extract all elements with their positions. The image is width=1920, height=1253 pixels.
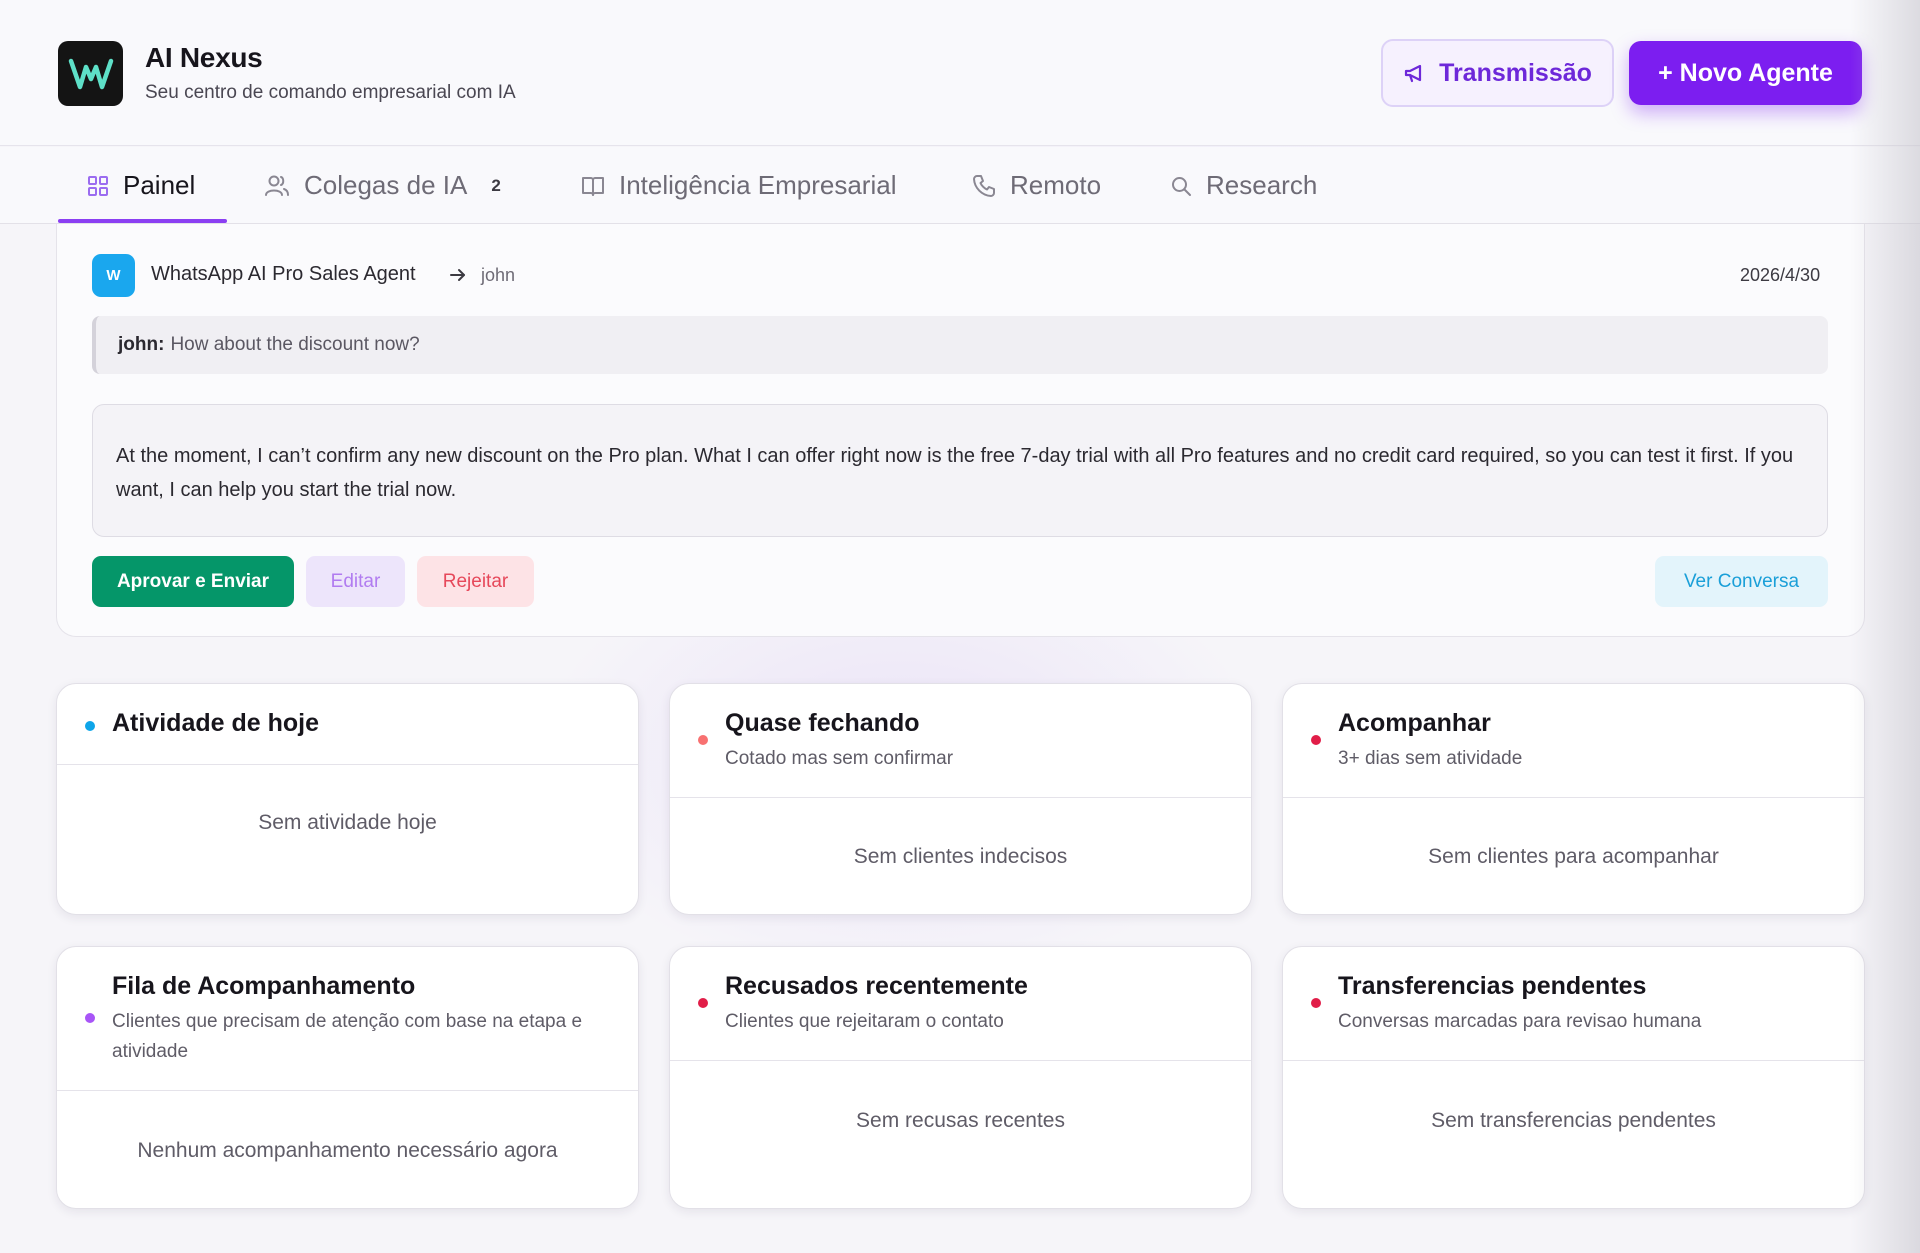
card-todays-activity: Atividade de hoje Sem atividade hoje xyxy=(56,683,639,915)
status-dot xyxy=(698,735,708,745)
users-icon xyxy=(265,175,289,196)
card-subtitle: Clientes que precisam de atenção com bas… xyxy=(112,1011,583,1062)
recipient-name: john xyxy=(481,265,516,285)
agent-name: WhatsApp AI Pro Sales Agent xyxy=(151,263,416,285)
card-divider xyxy=(1283,1060,1864,1061)
waveform-w-logo-icon xyxy=(68,58,113,89)
brand-subtitle: Seu centro de comando empresarial com IA xyxy=(145,82,516,103)
app-logo[interactable] xyxy=(58,41,123,106)
card-divider xyxy=(1283,797,1864,798)
app-header: AI Nexus Seu centro de comando empresari… xyxy=(0,0,1920,146)
tab-label: Inteligência Empresarial xyxy=(619,170,897,200)
arrow-right-icon xyxy=(450,269,465,281)
card-title: Atividade de hoje xyxy=(112,709,319,737)
card-empty-state: Sem atividade hoje xyxy=(258,811,437,834)
tab-research[interactable]: Research xyxy=(1170,147,1317,224)
card-pending-transfers: Transferencias pendentes Conversas marca… xyxy=(1282,946,1865,1209)
incoming-message: john: How about the discount now? xyxy=(92,316,1828,374)
message-date: 2026/4/30 xyxy=(1740,265,1821,285)
card-divider xyxy=(57,764,638,765)
card-title: Quase fechando xyxy=(725,709,920,737)
edit-button[interactable]: Editar xyxy=(306,556,405,607)
tab-inteligencia-empresarial[interactable]: Inteligência Empresarial xyxy=(581,147,896,224)
card-title: Transferencias pendentes xyxy=(1338,972,1647,1000)
card-title: Recusados recentemente xyxy=(725,972,1028,1000)
view-conversation-button[interactable]: Ver Conversa xyxy=(1655,556,1828,607)
card-subtitle: Conversas marcadas para revisao humana xyxy=(1338,1011,1702,1032)
tab-label: Painel xyxy=(123,170,196,200)
card-title: Fila de Acompanhamento xyxy=(112,972,416,1000)
card-subtitle: Cotado mas sem confirmar xyxy=(725,748,954,769)
card-empty-state: Nenhum acompanhamento necessário agora xyxy=(137,1139,558,1162)
book-open-icon xyxy=(582,176,604,196)
card-empty-state: Sem clientes para acompanhar xyxy=(1428,845,1719,868)
incoming-sender: john: xyxy=(118,334,165,355)
search-icon xyxy=(1172,176,1191,196)
card-follow-up-queue: Fila de Acompanhamento Clientes que prec… xyxy=(56,946,639,1209)
card-divider xyxy=(670,1060,1251,1061)
status-dot xyxy=(1311,735,1321,745)
card-title: Acompanhar xyxy=(1338,709,1491,737)
phone-icon xyxy=(973,174,995,197)
draft-reply[interactable]: At the moment, I can’t confirm any new d… xyxy=(92,404,1828,537)
status-dot xyxy=(85,1013,95,1023)
tab-label: Remoto xyxy=(1010,170,1102,200)
edge-shadow xyxy=(1850,0,1920,1253)
card-empty-state: Sem recusas recentes xyxy=(856,1109,1065,1132)
card-almost-closing: Quase fechando Cotado mas sem confirmar … xyxy=(669,683,1252,915)
tab-remoto[interactable]: Remoto xyxy=(972,147,1101,224)
tab-label: Colegas de IA xyxy=(304,170,468,200)
reject-button[interactable]: Rejeitar xyxy=(417,556,534,607)
tab-colegas-de-ia[interactable]: Colegas de IA 2 xyxy=(264,147,501,224)
tab-painel[interactable]: Painel xyxy=(87,147,195,224)
card-subtitle: Clientes que rejeitaram o contato xyxy=(725,1011,1004,1032)
incoming-text: How about the discount now? xyxy=(170,334,420,355)
broadcast-button[interactable]: Transmissão xyxy=(1381,39,1614,107)
main-tabs: Painel Colegas de IA 2 Inteligência Empr… xyxy=(0,147,1920,224)
count-badge: 2 xyxy=(491,175,501,195)
card-divider xyxy=(57,1090,638,1091)
agent-avatar: W xyxy=(92,254,135,297)
grid-icon xyxy=(88,175,108,196)
tab-label: Research xyxy=(1206,170,1318,200)
megaphone-icon xyxy=(1404,64,1422,83)
card-empty-state: Sem clientes indecisos xyxy=(853,845,1068,868)
card-recently-refused: Recusados recentemente Clientes que reje… xyxy=(669,946,1252,1209)
status-dot xyxy=(85,721,95,731)
card-follow-up: Acompanhar 3+ dias sem atividade Sem cli… xyxy=(1282,683,1865,915)
card-divider xyxy=(670,797,1251,798)
active-tab-indicator xyxy=(58,219,227,223)
brand-title: AI Nexus xyxy=(145,42,263,73)
status-dot xyxy=(1311,998,1321,1008)
new-agent-button[interactable]: + Novo Agente xyxy=(1629,41,1862,105)
status-dot xyxy=(698,998,708,1008)
broadcast-label: Transmissão xyxy=(1439,58,1592,87)
card-empty-state: Sem transferencias pendentes xyxy=(1431,1109,1716,1132)
approve-and-send-button[interactable]: Aprovar e Enviar xyxy=(92,556,294,607)
card-subtitle: 3+ dias sem atividade xyxy=(1338,748,1523,769)
